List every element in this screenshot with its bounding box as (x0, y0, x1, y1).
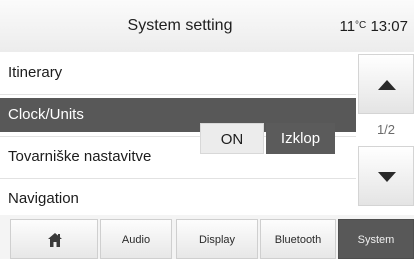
divider (0, 178, 356, 179)
tab-audio[interactable]: Audio (100, 219, 172, 259)
menu-item-label: Tovarniške nastavitve (8, 148, 152, 165)
scroll-up-button[interactable] (358, 54, 414, 114)
page-title: System setting (127, 17, 233, 34)
tab-system[interactable]: System (338, 219, 414, 259)
tab-bluetooth[interactable]: Bluetooth (260, 219, 336, 259)
divider (0, 94, 356, 95)
temperature-value: 11 (339, 18, 356, 35)
triangle-down-icon (378, 172, 396, 182)
temperature-unit: °C (355, 20, 367, 31)
menu-item-label: Itinerary (8, 64, 63, 81)
header-bar: System setting 11°C 13:07 (0, 0, 414, 52)
triangle-up-icon (378, 80, 396, 90)
menu-item-navigation: Navigation (0, 182, 356, 216)
toggle-on-option[interactable]: ON (200, 123, 264, 154)
tab-display[interactable]: Display (176, 219, 258, 259)
page-indicator: 1/2 (376, 122, 396, 137)
tab-home[interactable] (10, 219, 98, 259)
menu-item-label: Clock/Units (8, 106, 84, 123)
status-readout: 11°C 13:07 (339, 0, 408, 52)
toggle-off-option[interactable]: Izklop (266, 123, 335, 154)
menu-item-label: Navigation (8, 190, 79, 207)
scroll-controls: 1/2 (358, 54, 414, 206)
scroll-down-button[interactable] (358, 146, 414, 206)
menu-item-itinerary[interactable]: Itinerary (0, 56, 356, 90)
home-icon (48, 233, 62, 247)
navigation-toggle[interactable]: ON Izklop (200, 123, 335, 154)
clock-time: 13:07 (370, 18, 408, 35)
bottom-tab-bar: Audio Display Bluetooth System (0, 215, 414, 259)
